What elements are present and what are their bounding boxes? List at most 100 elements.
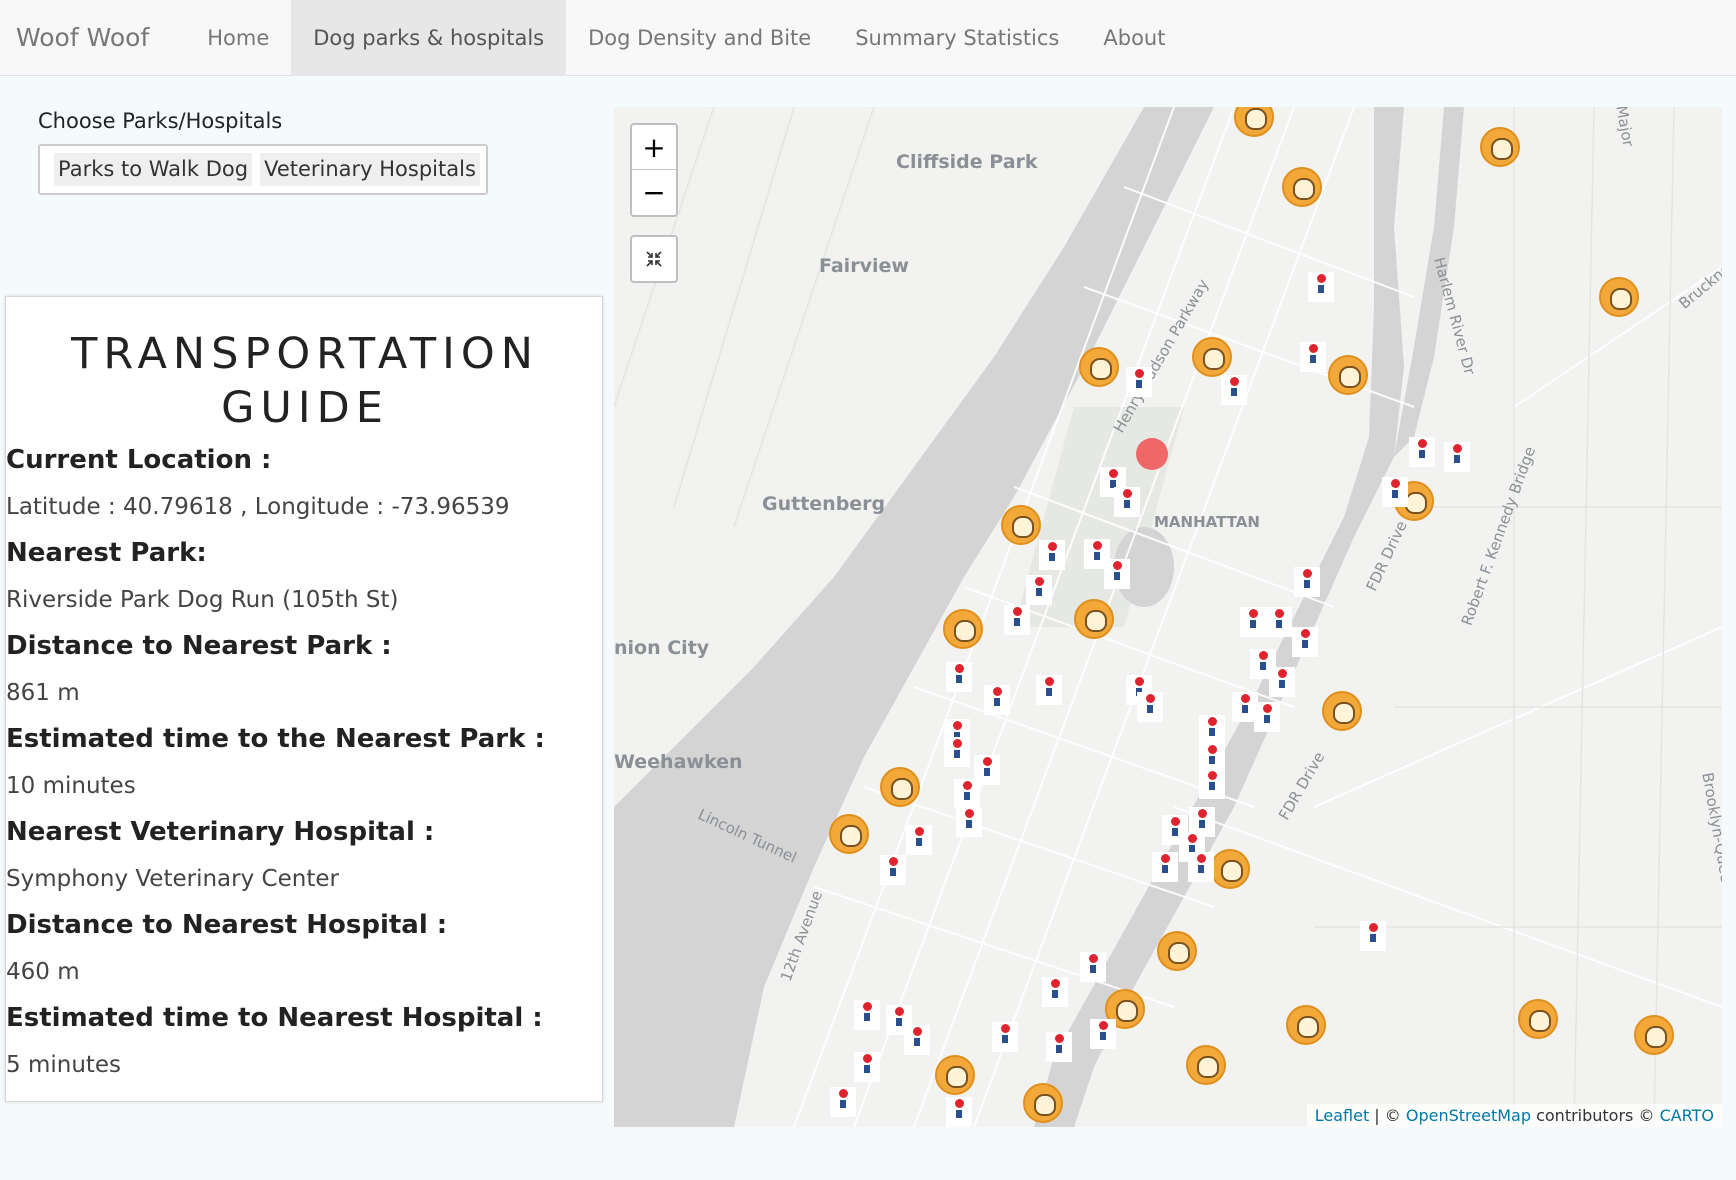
nearest-park-value: Riverside Park Dog Run (105th St) bbox=[6, 587, 399, 613]
pet-hospital-marker-icon[interactable] bbox=[1221, 375, 1247, 405]
dog-park-marker-icon[interactable] bbox=[935, 1055, 975, 1095]
dog-park-marker-icon[interactable] bbox=[943, 609, 983, 649]
pet-hospital-marker-icon[interactable] bbox=[1042, 977, 1068, 1007]
attribution-contrib: contributors © bbox=[1531, 1106, 1660, 1125]
leaflet-link[interactable]: Leaflet bbox=[1315, 1106, 1369, 1125]
distance-park-heading: Distance to Nearest Park : bbox=[6, 631, 392, 661]
label-fairview: Fairview bbox=[819, 255, 909, 277]
pet-hospital-marker-icon[interactable] bbox=[1137, 692, 1163, 722]
pet-hospital-marker-icon[interactable] bbox=[1444, 442, 1470, 472]
brand-link[interactable]: Woof Woof bbox=[0, 0, 165, 76]
dog-park-marker-icon[interactable] bbox=[1328, 355, 1368, 395]
dog-park-marker-icon[interactable] bbox=[880, 767, 920, 807]
distance-park-value: 861 m bbox=[6, 680, 80, 706]
pet-hospital-marker-icon[interactable] bbox=[1409, 437, 1435, 467]
time-park-heading: Estimated time to the Nearest Park : bbox=[6, 724, 545, 754]
nav-about[interactable]: About bbox=[1081, 0, 1187, 76]
pet-hospital-marker-icon[interactable] bbox=[1026, 575, 1052, 605]
pet-hospital-marker-icon[interactable] bbox=[1254, 702, 1280, 732]
dog-park-marker-icon[interactable] bbox=[1480, 127, 1520, 167]
nav-dog-density-bite[interactable]: Dog Density and Bite bbox=[566, 0, 833, 76]
pet-hospital-marker-icon[interactable] bbox=[1240, 607, 1266, 637]
leaflet-map[interactable]: Cliffside Park Fairview Guttenberg nion … bbox=[614, 107, 1722, 1127]
pet-hospital-marker-icon[interactable] bbox=[1294, 567, 1320, 597]
pet-hospital-marker-icon[interactable] bbox=[944, 737, 970, 767]
pet-hospital-marker-icon[interactable] bbox=[1046, 1032, 1072, 1062]
dog-park-marker-icon[interactable] bbox=[1282, 167, 1322, 207]
dog-park-marker-icon[interactable] bbox=[1023, 1083, 1063, 1123]
nav-dog-parks-hospitals[interactable]: Dog parks & hospitals bbox=[291, 0, 567, 76]
pet-hospital-marker-icon[interactable] bbox=[1080, 952, 1106, 982]
pet-hospital-marker-icon[interactable] bbox=[1266, 607, 1292, 637]
dog-park-marker-icon[interactable] bbox=[1518, 999, 1558, 1039]
distance-hospital-value: 460 m bbox=[6, 959, 80, 985]
pet-hospital-marker-icon[interactable] bbox=[1114, 487, 1140, 517]
collapse-icon-glyph bbox=[646, 251, 662, 267]
pet-hospital-marker-icon[interactable] bbox=[1382, 477, 1408, 507]
pet-hospital-marker-icon[interactable] bbox=[992, 1022, 1018, 1052]
dog-park-marker-icon[interactable] bbox=[1634, 1015, 1674, 1055]
pet-hospital-marker-icon[interactable] bbox=[946, 1097, 972, 1127]
pet-hospital-marker-icon[interactable] bbox=[854, 1052, 880, 1082]
dog-park-marker-icon[interactable] bbox=[1079, 347, 1119, 387]
dog-park-marker-icon[interactable] bbox=[1074, 599, 1114, 639]
pet-hospital-marker-icon[interactable] bbox=[1004, 605, 1030, 635]
pet-hospital-marker-icon[interactable] bbox=[1360, 921, 1386, 951]
dog-park-marker-icon[interactable] bbox=[1286, 1005, 1326, 1045]
attribution-sep: | © bbox=[1369, 1106, 1406, 1125]
pet-hospital-marker-icon[interactable] bbox=[1292, 627, 1318, 657]
pet-hospital-marker-icon[interactable] bbox=[1199, 715, 1225, 745]
pet-hospital-marker-icon[interactable] bbox=[954, 779, 980, 809]
chip-parks[interactable]: Parks to Walk Dog bbox=[54, 153, 253, 186]
distance-hospital-heading: Distance to Nearest Hospital : bbox=[6, 910, 448, 940]
pet-hospital-marker-icon[interactable] bbox=[1039, 540, 1065, 570]
pet-hospital-marker-icon[interactable] bbox=[906, 825, 932, 855]
nav-home[interactable]: Home bbox=[185, 0, 291, 76]
current-location-marker[interactable] bbox=[1136, 438, 1168, 470]
label-cliffside-park: Cliffside Park bbox=[896, 151, 1038, 173]
dog-park-marker-icon[interactable] bbox=[1157, 931, 1197, 971]
nav-summary-statistics[interactable]: Summary Statistics bbox=[833, 0, 1081, 76]
navbar: Woof Woof Home Dog parks & hospitals Dog… bbox=[0, 0, 1736, 76]
dog-park-marker-icon[interactable] bbox=[829, 814, 869, 854]
dog-park-marker-icon[interactable] bbox=[1599, 277, 1639, 317]
label-weehawken: Weehawken bbox=[614, 751, 743, 773]
label-guttenberg: Guttenberg bbox=[762, 493, 886, 515]
pet-hospital-marker-icon[interactable] bbox=[854, 1000, 880, 1030]
dog-park-marker-icon[interactable] bbox=[1001, 505, 1041, 545]
pet-hospital-marker-icon[interactable] bbox=[1036, 675, 1062, 705]
pet-hospital-marker-icon[interactable] bbox=[1090, 1019, 1116, 1049]
pet-hospital-marker-icon[interactable] bbox=[946, 662, 972, 692]
label-union-city: nion City bbox=[614, 637, 710, 659]
nearest-hospital-value: Symphony Veterinary Center bbox=[6, 866, 339, 892]
dog-park-marker-icon[interactable] bbox=[1192, 337, 1232, 377]
zoom-in-button[interactable]: + bbox=[632, 125, 676, 170]
pet-hospital-marker-icon[interactable] bbox=[1152, 852, 1178, 882]
choose-multiselect[interactable]: Parks to Walk Dog Veterinary Hospitals bbox=[38, 144, 488, 195]
pet-hospital-marker-icon[interactable] bbox=[1104, 559, 1130, 589]
pet-hospital-marker-icon[interactable] bbox=[1199, 769, 1225, 799]
dog-park-marker-icon[interactable] bbox=[1186, 1045, 1226, 1085]
carto-link[interactable]: CARTO bbox=[1660, 1106, 1714, 1125]
collapse-icon[interactable] bbox=[630, 235, 678, 283]
pet-hospital-marker-icon[interactable] bbox=[904, 1025, 930, 1055]
pet-hospital-marker-icon[interactable] bbox=[1269, 667, 1295, 697]
dog-park-marker-icon[interactable] bbox=[1322, 691, 1362, 731]
pet-hospital-marker-icon[interactable] bbox=[1126, 367, 1152, 397]
pet-hospital-marker-icon[interactable] bbox=[880, 855, 906, 885]
label-manhattan: MANHATTAN bbox=[1154, 513, 1260, 531]
dog-park-marker-icon[interactable] bbox=[1210, 849, 1250, 889]
pet-hospital-marker-icon[interactable] bbox=[830, 1087, 856, 1117]
map-attribution: Leaflet | © OpenStreetMap contributors ©… bbox=[1306, 1104, 1722, 1127]
chip-hospitals[interactable]: Veterinary Hospitals bbox=[260, 153, 480, 186]
choose-label: Choose Parks/Hospitals bbox=[38, 109, 283, 133]
nearest-hospital-heading: Nearest Veterinary Hospital : bbox=[6, 817, 435, 847]
osm-link[interactable]: OpenStreetMap bbox=[1406, 1106, 1531, 1125]
pet-hospital-marker-icon[interactable] bbox=[1308, 272, 1334, 302]
time-hospital-value: 5 minutes bbox=[6, 1052, 122, 1078]
pet-hospital-marker-icon[interactable] bbox=[1188, 852, 1214, 882]
pet-hospital-marker-icon[interactable] bbox=[1300, 342, 1326, 372]
pet-hospital-marker-icon[interactable] bbox=[984, 685, 1010, 715]
pet-hospital-marker-icon[interactable] bbox=[956, 807, 982, 837]
zoom-out-button[interactable]: − bbox=[632, 170, 676, 215]
